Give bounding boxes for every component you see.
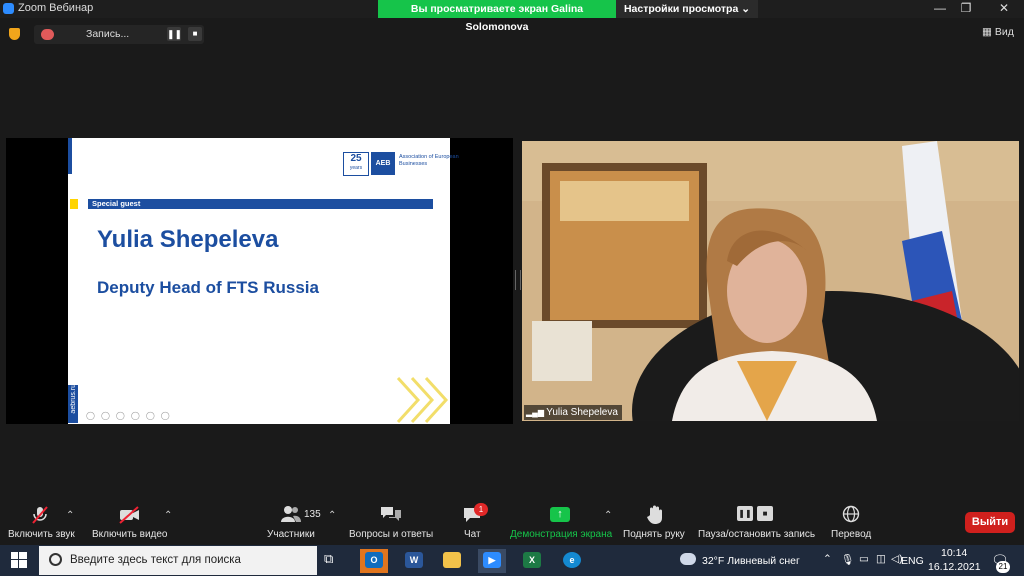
weather-text[interactable]: 32°F Ливневый снег [702, 555, 800, 567]
participants-count: 135 [304, 509, 321, 520]
excel-app-icon[interactable]: X [518, 549, 546, 573]
close-button[interactable]: ✕ [996, 1, 1012, 15]
slide-url: aebrus.ru [70, 384, 77, 414]
speaker-name: Yulia Shepeleva [97, 226, 279, 253]
participants-icon[interactable] [280, 505, 302, 528]
qa-icon[interactable] [380, 505, 402, 528]
participant-name-tag: ▂▄▆ Yulia Shepeleva [524, 405, 622, 420]
zoom-logo-icon [3, 3, 14, 14]
special-guest-label: Special guest [92, 199, 141, 208]
network-icon[interactable]: ◫ [876, 553, 886, 565]
unmute-button[interactable]: Включить звук [8, 529, 75, 540]
view-options-button[interactable]: Настройки просмотра ⌄ [616, 0, 758, 18]
file-explorer-icon[interactable] [438, 549, 466, 573]
recording-label: Запись... [86, 28, 130, 40]
slide-accent-bar [68, 138, 72, 174]
windows-start-icon[interactable] [11, 552, 27, 573]
view-label: Вид [994, 26, 1014, 38]
search-icon [49, 553, 62, 566]
share-options-caret[interactable]: ⌃ [604, 510, 612, 521]
participant-video-tile[interactable] [522, 141, 1019, 421]
share-screen-icon[interactable]: ↑ [550, 507, 570, 522]
edge-browser-icon[interactable]: e [558, 549, 586, 573]
slide-tools[interactable]: ◯◯◯◯◯◯ [86, 411, 176, 420]
anniversary-logo: 25 years [343, 152, 369, 176]
grid-icon: ▦ [982, 26, 995, 38]
leave-button[interactable]: Выйти [965, 512, 1015, 533]
view-button[interactable]: ▦ Вид [982, 26, 1014, 38]
security-shield-icon[interactable] [9, 28, 20, 40]
pause-record-icon[interactable]: ❚❚ [737, 506, 753, 521]
stop-recording-button[interactable]: ■ [188, 27, 202, 41]
clock-date[interactable]: 16.12.2021 [928, 561, 981, 573]
chevron-decoration [396, 376, 449, 424]
cloud-record-icon [41, 29, 54, 40]
speaker-position: Deputy Head of FTS Russia [97, 278, 319, 297]
raise-hand-button[interactable]: Поднять руку [623, 529, 685, 540]
audio-options-caret[interactable]: ⌃ [66, 510, 74, 521]
video-options-caret[interactable]: ⌃ [164, 510, 172, 521]
qa-button[interactable]: Вопросы и ответы [349, 529, 433, 540]
battery-icon[interactable]: ▭ [859, 553, 869, 565]
pause-recording-button[interactable]: ❚❚ [167, 27, 182, 41]
taskbar-search-placeholder: Введите здесь текст для поиска [70, 554, 241, 566]
resize-handle[interactable] [515, 270, 521, 290]
screen-share-banner: Вы просматриваете экран Galina Solomonov… [378, 0, 616, 33]
signal-bars-icon: ▂▄▆ [526, 408, 547, 417]
globe-icon[interactable] [841, 505, 861, 528]
translation-button[interactable]: Перевод [831, 529, 871, 540]
raise-hand-icon[interactable] [644, 505, 666, 530]
aeb-logo: AEB [371, 152, 395, 175]
maximize-button[interactable]: ❐ [958, 1, 974, 15]
share-screen-button[interactable]: Демонстрация экрана [510, 529, 612, 540]
video-off-icon[interactable] [117, 505, 141, 530]
participants-button[interactable]: Участники [267, 529, 315, 540]
weather-icon [680, 553, 696, 565]
minimize-button[interactable]: — [932, 1, 948, 15]
record-control-button[interactable]: Пауза/остановить запись [698, 529, 815, 540]
language-indicator[interactable]: ENG [901, 555, 924, 567]
muted-microphone-icon[interactable] [28, 505, 52, 530]
participant-video [522, 141, 1019, 421]
participants-options-caret[interactable]: ⌃ [328, 510, 336, 521]
word-app-icon[interactable]: W [400, 549, 428, 573]
chat-button[interactable]: Чат [464, 529, 481, 540]
zoom-app-icon[interactable]: ▶ [478, 549, 506, 573]
clock-time[interactable]: 10:14 [941, 547, 967, 559]
microphone-tray-icon[interactable]: 🎙 [841, 553, 854, 566]
org-name: Association of European Businesses [399, 154, 459, 167]
slide-marker [70, 199, 78, 209]
tray-expand-icon[interactable]: ⌃ [823, 553, 832, 565]
start-video-button[interactable]: Включить видео [92, 529, 168, 540]
stop-record-icon[interactable]: ■ [757, 506, 773, 521]
chat-unread-badge: 1 [474, 503, 488, 516]
notifications-count: 21 [996, 561, 1010, 573]
window-title: Zoom Вебинар [18, 2, 94, 14]
outlook-app-icon[interactable]: O [360, 549, 388, 573]
task-view-icon[interactable]: ⧉ [324, 551, 333, 567]
